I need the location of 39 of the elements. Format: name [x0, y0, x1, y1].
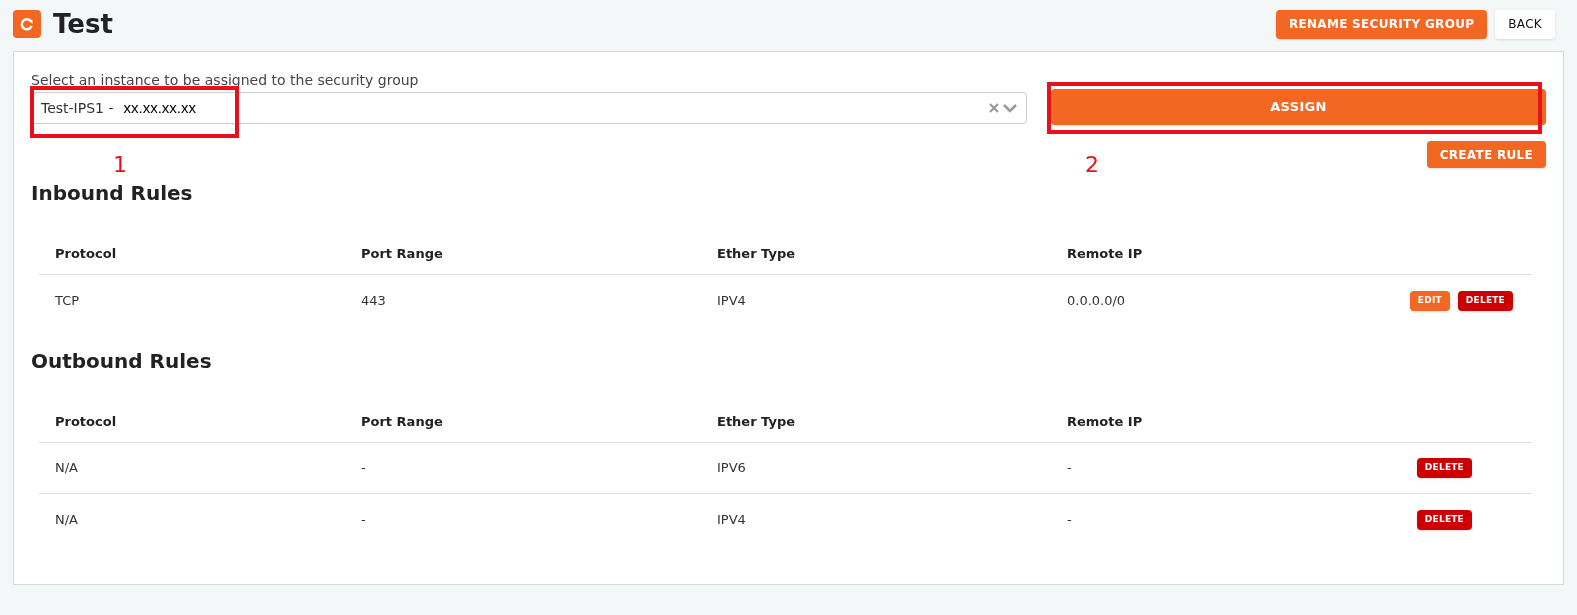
assign-button[interactable]: ASSIGN [1051, 89, 1546, 125]
field-label: Select an instance to be assigned to the security group [31, 71, 420, 90]
section-heading: Inbound Rules [31, 180, 194, 206]
instance-ip: xx.xx.xx.xx [123, 97, 196, 118]
refresh-icon [13, 10, 41, 38]
table-cell-text: N/A [55, 459, 79, 478]
column-header: Ether Type [717, 413, 797, 432]
clear-icon[interactable] [989, 103, 999, 113]
table-cell-text: - [1067, 459, 1073, 478]
column-header: Remote IP [1067, 413, 1144, 432]
table-cell-text: TCP [55, 291, 81, 310]
table-cell-text: - [361, 510, 367, 529]
column-header: Port Range [361, 413, 444, 432]
column-header: Protocol [55, 245, 118, 264]
create-rule-button[interactable]: CREATE RULE [1426, 141, 1546, 168]
page-title: Test [53, 7, 113, 41]
column-header: Protocol [55, 413, 118, 432]
column-header: Ether Type [717, 245, 797, 264]
delete-button[interactable]: DELETE [1416, 458, 1472, 478]
table-cell-text: IPV4 [717, 510, 747, 529]
rename-button[interactable]: RENAME SECURITY GROUP [1275, 9, 1488, 39]
edit-button[interactable]: EDIT [1409, 290, 1450, 311]
table-cell-text: 0.0.0.0/0 [1067, 291, 1127, 310]
table-cell-text: - [1067, 510, 1073, 529]
delete-button[interactable]: DELETE [1457, 290, 1513, 311]
instance-name: Test-IPS1 - [41, 98, 114, 118]
table-cell-text: IPV4 [717, 291, 747, 310]
chevron-down-icon[interactable] [1003, 103, 1017, 113]
annotation-number: 2 [1085, 151, 1099, 179]
annotation-number: 1 [113, 151, 127, 179]
delete-button[interactable]: DELETE [1416, 509, 1472, 530]
column-header: Remote IP [1067, 245, 1144, 264]
table-cell-text: - [361, 459, 367, 478]
back-button[interactable]: BACK [1495, 9, 1555, 39]
column-header: Port Range [361, 245, 444, 264]
table-cell-text: N/A [55, 510, 79, 529]
section-heading: Outbound Rules [31, 348, 213, 374]
table-cell-text: IPV6 [717, 459, 747, 478]
table-cell-text: 443 [361, 291, 387, 310]
